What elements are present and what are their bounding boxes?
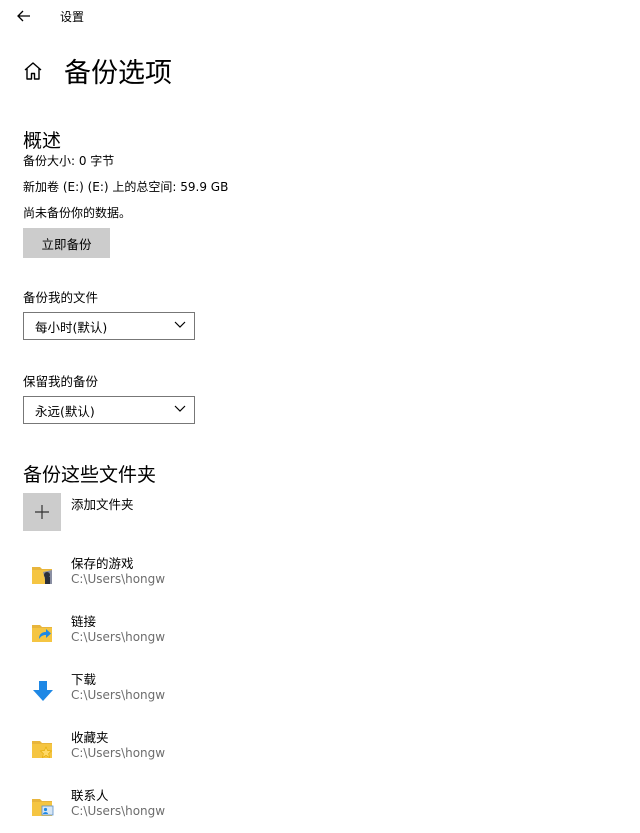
add-folder-label[interactable]: 添加文件夹 bbox=[71, 494, 134, 513]
overview-heading: 概述 bbox=[23, 130, 62, 152]
title-bar: 设置 bbox=[0, 0, 640, 32]
folder-item-downloads[interactable]: 下载 C:\Users\hongw bbox=[0, 669, 640, 717]
plus-icon bbox=[35, 505, 49, 519]
folder-path: C:\Users\hongw bbox=[71, 804, 166, 818]
retention-selected-value: 永远(默认) bbox=[35, 403, 95, 419]
folder-name: 下载 bbox=[71, 672, 97, 687]
back-button[interactable] bbox=[10, 4, 38, 28]
backup-now-button[interactable]: 立即备份 bbox=[23, 228, 110, 258]
folders-heading: 备份这些文件夹 bbox=[23, 464, 157, 486]
back-arrow-icon bbox=[17, 10, 30, 22]
backup-now-label: 立即备份 bbox=[41, 236, 92, 252]
download-arrow-icon bbox=[33, 681, 53, 701]
page-title: 备份选项 bbox=[64, 58, 172, 89]
frequency-label: 备份我的文件 bbox=[23, 290, 99, 305]
folder-path: C:\Users\hongw bbox=[71, 688, 166, 702]
total-space-text: 新加卷 (E:) (E:) 上的总空间: 59.9 GB bbox=[23, 180, 229, 194]
folder-path: C:\Users\hongw bbox=[71, 746, 166, 760]
frequency-selected-value: 每小时(默认) bbox=[35, 319, 108, 335]
favorites-folder-icon bbox=[32, 741, 53, 759]
contacts-folder-icon bbox=[32, 799, 54, 816]
folder-item-saved-games[interactable]: 保存的游戏 C:\Users\hongw bbox=[0, 553, 640, 601]
folder-item-favorites[interactable]: 收藏夹 C:\Users\hongw bbox=[0, 727, 640, 775]
home-icon[interactable] bbox=[22, 60, 44, 82]
frequency-select[interactable]: 每小时(默认) bbox=[23, 312, 195, 340]
folder-path: C:\Users\hongw bbox=[71, 572, 166, 586]
app-title: 设置 bbox=[60, 10, 85, 24]
chevron-down-icon bbox=[174, 405, 186, 412]
links-folder-icon bbox=[32, 625, 52, 642]
chevron-down-icon bbox=[174, 321, 186, 328]
folder-name: 收藏夹 bbox=[71, 730, 109, 745]
retention-select[interactable]: 永远(默认) bbox=[23, 396, 195, 424]
add-folder-button[interactable] bbox=[23, 493, 61, 531]
saved-games-folder-icon bbox=[32, 567, 52, 584]
folder-name: 链接 bbox=[71, 614, 97, 629]
folder-name: 保存的游戏 bbox=[71, 556, 134, 571]
backup-status-text: 尚未备份你的数据。 bbox=[23, 206, 132, 220]
folder-item-contacts[interactable]: 联系人 C:\Users\hongw bbox=[0, 785, 640, 833]
folder-name: 联系人 bbox=[71, 788, 109, 803]
backup-size-text: 备份大小: 0 字节 bbox=[23, 154, 115, 168]
folder-item-links[interactable]: 链接 C:\Users\hongw bbox=[0, 611, 640, 659]
retention-label: 保留我的备份 bbox=[23, 374, 99, 389]
folder-path: C:\Users\hongw bbox=[71, 630, 166, 644]
